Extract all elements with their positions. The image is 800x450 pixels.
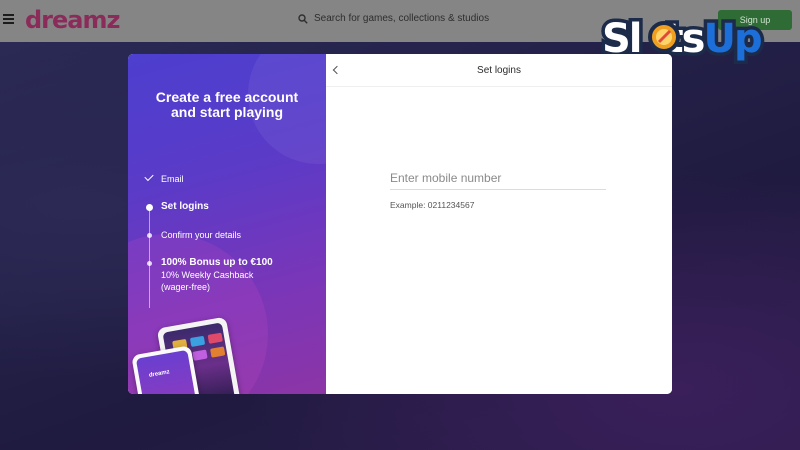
current-step-dot bbox=[146, 204, 153, 211]
step-email: Email bbox=[142, 171, 184, 185]
step-label: Email bbox=[161, 174, 184, 184]
search-bar[interactable]: Search for games, collections & studios bbox=[298, 13, 489, 24]
step-dot bbox=[147, 261, 152, 266]
step-dot bbox=[147, 233, 152, 238]
mobile-number-input[interactable] bbox=[390, 166, 606, 190]
search-icon bbox=[298, 13, 308, 24]
phone-front: dreamz bbox=[131, 345, 201, 394]
mobile-example-hint: Example: 0211234567 bbox=[390, 200, 475, 210]
step-bonus: 100% Bonus up to €100 10% Weekly Cashbac… bbox=[142, 257, 282, 293]
form-title: Set logins bbox=[477, 65, 521, 76]
step-set-logins: Set logins bbox=[142, 201, 209, 213]
check-icon bbox=[144, 171, 154, 182]
step-confirm-details: Confirm your details bbox=[142, 229, 241, 241]
bonus-sublabel: 10% Weekly Cashback (wager-free) bbox=[161, 270, 254, 292]
bonus-label: 100% Bonus up to €100 bbox=[161, 257, 273, 268]
step-label: Confirm your details bbox=[161, 230, 242, 240]
form-panel: Set logins Example: 0211234567 bbox=[326, 54, 672, 394]
menu-icon[interactable] bbox=[3, 14, 14, 24]
step-label: Set logins bbox=[161, 201, 209, 212]
site-logo[interactable]: dreamz bbox=[25, 6, 120, 34]
signup-modal: Create a free account and start playing … bbox=[128, 54, 672, 394]
promo-title: Create a free account and start playing bbox=[155, 89, 299, 120]
phone-logo: dreamz bbox=[135, 349, 197, 394]
form-header: Set logins bbox=[326, 54, 672, 87]
search-placeholder: Search for games, collections & studios bbox=[314, 13, 490, 24]
phones-illustration: dreamz bbox=[131, 316, 326, 394]
promo-panel: Create a free account and start playing … bbox=[128, 54, 326, 394]
